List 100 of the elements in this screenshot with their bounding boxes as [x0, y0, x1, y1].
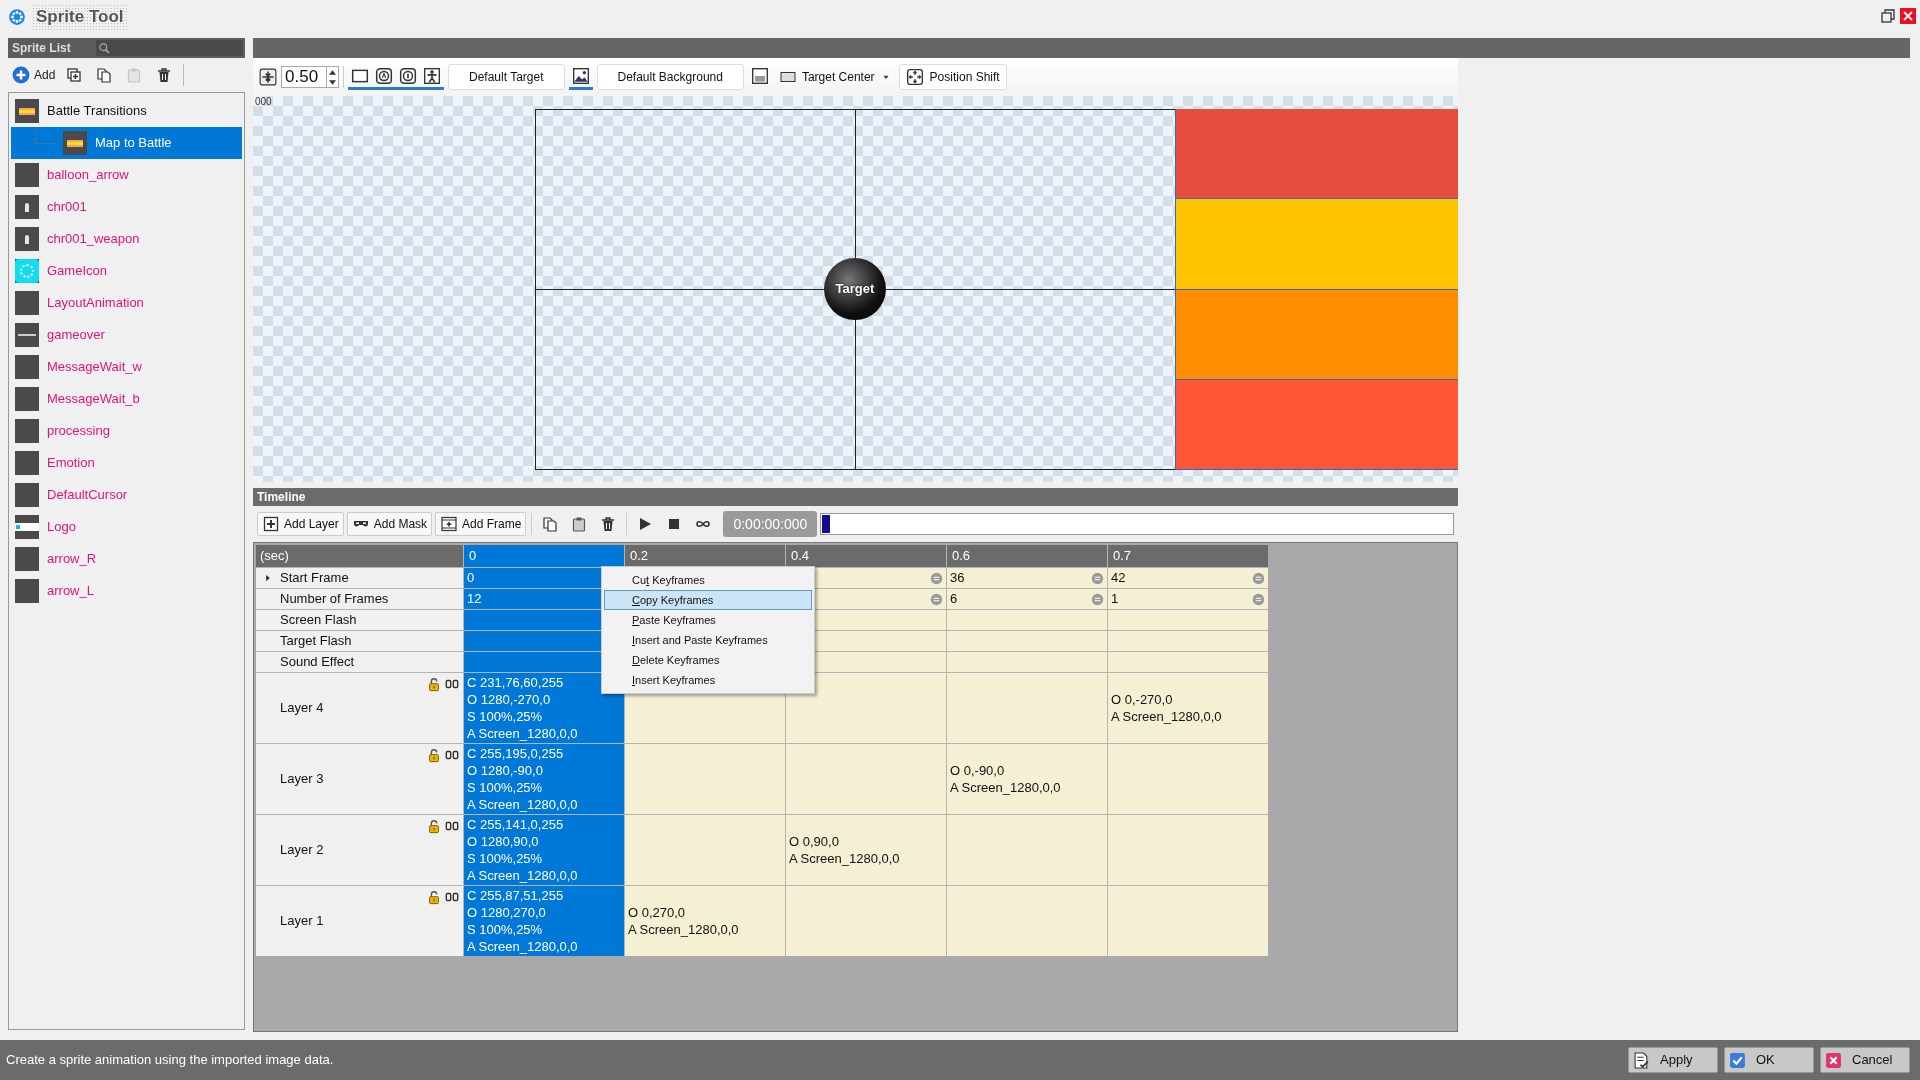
keyframe-cell[interactable]: O 0,90,0 A Screen_1280,0,0: [786, 815, 946, 885]
keyframe-cell[interactable]: [1108, 744, 1268, 814]
keyframe-cell[interactable]: [947, 631, 1107, 651]
unlock-icon[interactable]: [427, 890, 441, 905]
toolbar-button[interactable]: Add Layer: [257, 512, 344, 536]
sprite-list-item[interactable]: arrow_L: [11, 575, 242, 607]
keyframe-cell[interactable]: [1108, 610, 1268, 630]
keyframe-cell[interactable]: [1108, 886, 1268, 956]
keyframe-cell[interactable]: O 0,270,0 A Screen_1280,0,0: [625, 886, 785, 956]
close-button[interactable]: [1900, 8, 1916, 24]
link-icon[interactable]: [445, 677, 459, 691]
timeline-header: Timeline: [253, 488, 1458, 506]
toolbar-button[interactable]: Add Frame: [435, 512, 527, 536]
keyframe-cell[interactable]: C 255,141,0,255 O 1280,90,0 S 100%,25% A Screen_1280,0,0: [464, 815, 624, 885]
search-field[interactable]: [96, 40, 243, 56]
position-shift-button[interactable]: Position Shift: [898, 64, 1007, 90]
sprite-list-item[interactable]: chr001: [11, 191, 242, 223]
spinner-icon: [1091, 592, 1104, 606]
fit-button[interactable]: [257, 66, 279, 88]
spinner-icon: [1091, 571, 1104, 585]
sprite-list-item[interactable]: LayoutAnimation: [11, 287, 242, 319]
link-icon[interactable]: [445, 748, 459, 762]
fit-icon: [259, 68, 277, 86]
add-button[interactable]: Add: [10, 63, 58, 87]
sprite-list-item[interactable]: chr001_weapon: [11, 223, 242, 255]
keyframe-cell[interactable]: [625, 815, 785, 885]
layer-label: Layer 3: [256, 744, 463, 814]
sprite-list-item[interactable]: GameIcon: [11, 255, 242, 287]
keyframe-value: O 0,-90,0: [950, 762, 1006, 779]
column-header[interactable]: 0.4: [786, 545, 946, 567]
toolbar-button[interactable]: Default Target: [448, 64, 565, 90]
menu-item[interactable]: Insert and Paste Keyframes: [604, 630, 812, 650]
keyframe-cell[interactable]: [947, 886, 1107, 956]
keyframe-cell[interactable]: [786, 673, 946, 743]
toolbar-button[interactable]: Add Mask: [346, 512, 433, 536]
keyframe-cell[interactable]: [1108, 815, 1268, 885]
keyframe-value: A Screen_1280,0,0: [1111, 708, 1223, 725]
keyframe-cell[interactable]: 42: [1108, 568, 1268, 588]
link-icon[interactable]: [445, 890, 459, 904]
unlock-icon[interactable]: [427, 677, 441, 692]
keyframe-value: A Screen_1280,0,0: [467, 867, 579, 884]
keyframe-cell[interactable]: O 0,-90,0 A Screen_1280,0,0: [947, 744, 1107, 814]
sprite-list-item[interactable]: MessageWait_w: [11, 351, 242, 383]
layer-label: Layer 2: [256, 815, 463, 885]
zoom-field[interactable]: 0.50: [281, 66, 327, 88]
target-marker[interactable]: Target: [824, 258, 886, 320]
sprite-list-item[interactable]: balloon_arrow: [11, 159, 242, 191]
column-header[interactable]: 0.2: [625, 545, 785, 567]
property-label: Target Flash: [256, 631, 463, 651]
window-title: Sprite Tool: [32, 4, 128, 30]
cancel-icon: [1825, 1051, 1842, 1069]
keyframe-cell[interactable]: [1108, 631, 1268, 651]
sprite-list-item[interactable]: DefaultCursor: [11, 479, 242, 511]
menu-item[interactable]: Copy Keyframes: [604, 590, 812, 610]
keyframe-value: A Screen_1280,0,0: [467, 796, 579, 813]
keyframe-cell[interactable]: [947, 673, 1107, 743]
unlock-icon[interactable]: [427, 819, 441, 834]
keyframe-cell[interactable]: [947, 652, 1107, 672]
link-icon[interactable]: [445, 819, 459, 833]
keyframe-cell[interactable]: O 0,-270,0 A Screen_1280,0,0: [1108, 673, 1268, 743]
column-header[interactable]: 0: [464, 545, 624, 567]
sprite-list-item[interactable]: Map to Battle: [11, 127, 242, 159]
column-header[interactable]: 0.7: [1108, 545, 1268, 567]
menu-item[interactable]: Delete Keyframes: [604, 650, 812, 670]
apply-button[interactable]: Apply: [1628, 1047, 1718, 1073]
sprite-list-item[interactable]: gameover: [11, 319, 242, 351]
keyframe-cell[interactable]: [947, 815, 1107, 885]
sprite-list-item[interactable]: MessageWait_b: [11, 383, 242, 415]
sprite-list-item[interactable]: arrow_R: [11, 543, 242, 575]
scrubber-thumb[interactable]: [822, 515, 831, 533]
menu-item[interactable]: Paste Keyframes: [604, 610, 812, 630]
spinner-icon: [930, 571, 943, 585]
toolbar-button[interactable]: Default Background: [596, 64, 744, 90]
ok-button[interactable]: OK: [1724, 1047, 1814, 1073]
sprite-list-item[interactable]: Emotion: [11, 447, 242, 479]
sprite-list-item[interactable]: Battle Transitions: [11, 95, 242, 127]
property-label: Sound Effect: [256, 652, 463, 672]
keyframe-cell[interactable]: C 231,76,60,255 O 1280,-270,0 S 100%,25% A Screen_1280,0,0: [464, 673, 624, 743]
keyframe-cell[interactable]: 6: [947, 589, 1107, 609]
sprite-thumbnail: [15, 259, 39, 283]
copy-icon: [96, 67, 113, 83]
target-dropdown[interactable]: Target Center: [775, 64, 895, 90]
cancel-button[interactable]: Cancel: [1820, 1047, 1910, 1073]
keyframe-cell[interactable]: [947, 610, 1107, 630]
spinner[interactable]: [327, 66, 339, 88]
sprite-thumbnail: [15, 163, 39, 187]
keyframe-cell[interactable]: [786, 744, 946, 814]
keyframe-cell[interactable]: 1: [1108, 589, 1268, 609]
keyframe-cell[interactable]: C 255,87,51,255 O 1280,270,0 S 100%,25% A Screen_1280,0,0: [464, 886, 624, 956]
unlock-icon[interactable]: [427, 748, 441, 763]
column-header[interactable]: 0.6: [947, 545, 1107, 567]
keyframe-cell[interactable]: [1108, 652, 1268, 672]
sprite-list-item[interactable]: processing: [11, 415, 242, 447]
keyframe-value: C 255,195,0,255: [467, 745, 565, 762]
sprite-list-item[interactable]: Logo: [11, 511, 242, 543]
keyframe-cell[interactable]: [786, 886, 946, 956]
keyframe-cell[interactable]: 36: [947, 568, 1107, 588]
keyframe-cell[interactable]: C 255,195,0,255 O 1280,-90,0 S 100%,25% A Screen_1280,0,0: [464, 744, 624, 814]
restore-button[interactable]: [1880, 8, 1896, 24]
keyframe-cell[interactable]: [625, 744, 785, 814]
